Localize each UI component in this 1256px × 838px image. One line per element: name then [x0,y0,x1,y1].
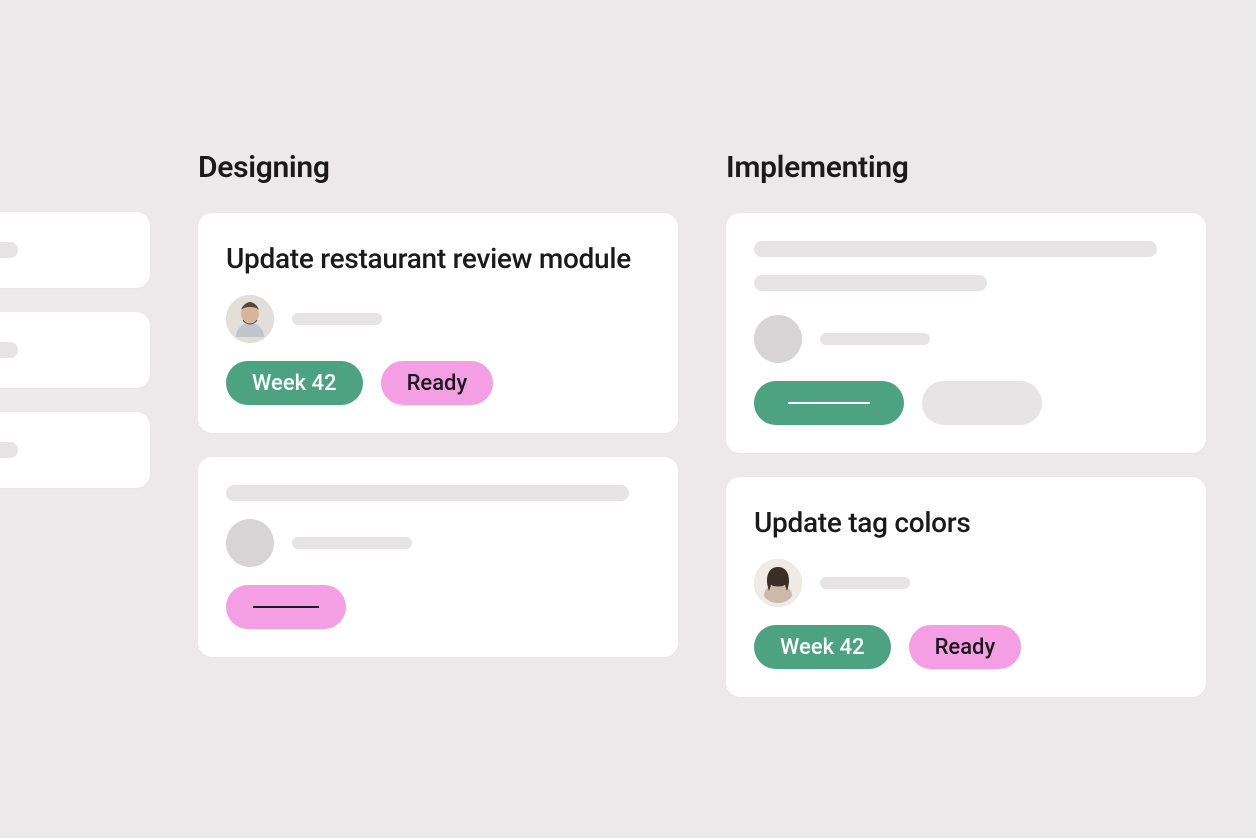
card-tags: Week 42 Ready [226,361,650,405]
avatar[interactable] [754,559,802,607]
card-meta-row [754,315,1178,363]
card-meta-row [226,295,650,343]
kanban-column-designing: Designing Update restaurant review modul… [198,150,678,657]
week-tag-placeholder [754,381,904,425]
avatar-placeholder [226,519,274,567]
card-meta-row [754,559,1178,607]
kanban-column-placeholder-left [0,212,150,488]
status-tag-placeholder [922,381,1042,425]
card-meta-placeholder [820,577,910,589]
card-tags: Week 42 Ready [754,625,1178,669]
avatar[interactable] [226,295,274,343]
kanban-board: Designing Update restaurant review modul… [0,150,1206,697]
placeholder-line [754,241,1157,257]
card-meta-placeholder [292,313,382,325]
card-tags [226,585,650,629]
column-title-implementing: Implementing [726,150,1206,185]
status-tag-placeholder [226,585,346,629]
placeholder-line [820,333,930,345]
kanban-card-placeholder[interactable] [0,312,150,388]
kanban-card[interactable]: Update restaurant review module Week 42 … [198,213,678,433]
placeholder-line [292,537,412,549]
placeholder-line [754,275,987,291]
card-title: Update restaurant review module [226,241,650,277]
kanban-card-placeholder[interactable] [726,213,1206,453]
status-tag[interactable]: Ready [381,361,494,405]
kanban-card-placeholder[interactable] [0,212,150,288]
card-tags [754,381,1178,425]
placeholder-line [226,485,629,501]
card-title: Update tag colors [754,505,1178,541]
kanban-column-implementing: Implementing Update tag colors [726,150,1206,697]
kanban-card-placeholder[interactable] [198,457,678,657]
kanban-card[interactable]: Update tag colors Week 42 Ready [726,477,1206,697]
week-tag[interactable]: Week 42 [226,361,363,405]
avatar-placeholder [754,315,802,363]
status-tag[interactable]: Ready [909,625,1022,669]
column-title-designing: Designing [198,150,678,185]
card-meta-row [226,519,650,567]
week-tag[interactable]: Week 42 [754,625,891,669]
kanban-card-placeholder[interactable] [0,412,150,488]
